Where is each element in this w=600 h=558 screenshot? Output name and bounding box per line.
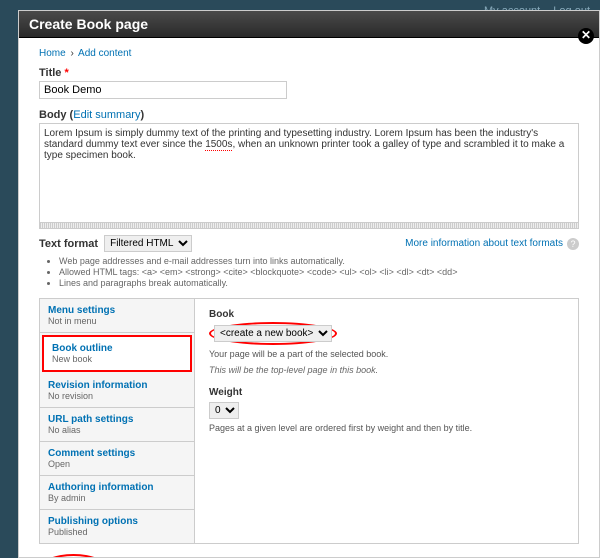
title-label: Title * xyxy=(39,67,579,79)
tab-revision-info[interactable]: Revision information No revision xyxy=(40,374,194,408)
required-asterisk: * xyxy=(64,67,68,79)
breadcrumb-add[interactable]: Add content xyxy=(78,48,131,59)
book-label: Book xyxy=(209,309,564,320)
tab-content: Book <create a new book> Your page will … xyxy=(195,299,578,543)
tab-comment-settings[interactable]: Comment settings Open xyxy=(40,442,194,476)
close-icon[interactable]: ✕ xyxy=(578,28,594,44)
textarea-grippie[interactable] xyxy=(39,223,579,229)
tab-menu-settings[interactable]: Menu settings Not in menu xyxy=(40,299,194,333)
hint-item: Allowed HTML tags: <a> <em> <strong> <ci… xyxy=(59,267,579,277)
tab-publishing-options[interactable]: Publishing options Published xyxy=(40,510,194,543)
vertical-tabs: Menu settings Not in menu Book outline N… xyxy=(39,298,579,544)
title-input[interactable] xyxy=(39,81,287,99)
text-format-select[interactable]: Filtered HTML xyxy=(104,235,192,252)
tab-authoring-info[interactable]: Authoring information By admin xyxy=(40,476,194,510)
highlight-oval: <create a new book> xyxy=(209,322,337,345)
hint-item: Web page addresses and e-mail addresses … xyxy=(59,256,579,266)
weight-select[interactable]: 0 xyxy=(209,402,239,419)
tab-url-path[interactable]: URL path settings No alias xyxy=(40,408,194,442)
hint-item: Lines and paragraphs break automatically… xyxy=(59,278,579,288)
edit-summary-link[interactable]: Edit summary xyxy=(73,109,140,121)
text-format-label: Text format xyxy=(39,238,98,250)
weight-label: Weight xyxy=(209,387,564,398)
book-note: This will be the top-level page in this … xyxy=(209,365,564,375)
highlight-oval-save: Save xyxy=(39,554,108,558)
book-desc: Your page will be a part of the selected… xyxy=(209,349,564,359)
body-textarea[interactable]: Lorem Ipsum is simply dummy text of the … xyxy=(39,123,579,223)
format-hints: Web page addresses and e-mail addresses … xyxy=(39,256,579,288)
breadcrumb-home[interactable]: Home xyxy=(39,48,66,59)
breadcrumb: Home › Add content xyxy=(39,48,579,59)
weight-desc: Pages at a given level are ordered first… xyxy=(209,423,564,433)
modal-title: Create Book page xyxy=(19,11,599,38)
text-format-info-link[interactable]: More information about text formats xyxy=(405,238,563,249)
tab-book-outline[interactable]: Book outline New book xyxy=(42,335,192,372)
help-icon[interactable]: ? xyxy=(567,238,579,250)
form-actions: Save Preview xyxy=(39,554,579,558)
body-label: Body (Edit summary) xyxy=(39,109,579,121)
modal-dialog: Create Book page Home › Add content Titl… xyxy=(18,10,600,558)
breadcrumb-sep: › xyxy=(70,48,73,59)
book-select[interactable]: <create a new book> xyxy=(214,325,332,342)
